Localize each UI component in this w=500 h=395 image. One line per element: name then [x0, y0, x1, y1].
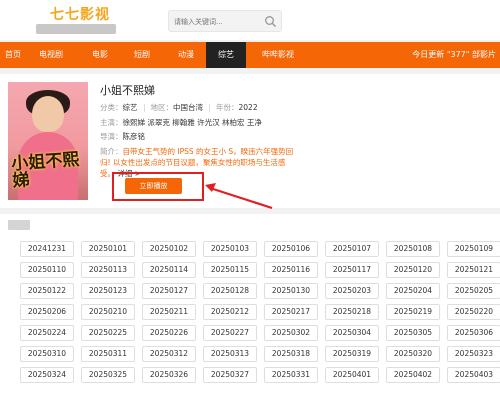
episode-button[interactable]: 20250326	[142, 367, 196, 383]
episode-button[interactable]: 20250211	[142, 304, 196, 320]
region-value[interactable]: 中国台湾	[173, 103, 203, 112]
episode-button[interactable]: 20250128	[203, 283, 257, 299]
episode-button[interactable]: 20250116	[264, 262, 318, 278]
category-value[interactable]: 综艺	[123, 103, 138, 112]
episode-button[interactable]: 20250313	[203, 346, 257, 362]
category-label: 分类：	[100, 103, 123, 112]
episode-button[interactable]: 20250320	[386, 346, 440, 362]
episode-button[interactable]: 20250218	[325, 304, 379, 320]
episode-button[interactable]: 20250110	[20, 262, 74, 278]
nav-item-variety[interactable]: 综艺	[206, 42, 246, 68]
cast-label: 主演：	[100, 118, 123, 127]
episode-button[interactable]: 20250107	[325, 241, 379, 257]
nav-item-home[interactable]: 首页	[0, 42, 26, 68]
episode-button[interactable]: 20250325	[81, 367, 135, 383]
episode-button[interactable]: 20250302	[264, 325, 318, 341]
episode-button[interactable]: 20250319	[325, 346, 379, 362]
episode-button[interactable]: 20250102	[142, 241, 196, 257]
episode-button[interactable]: 20250210	[81, 304, 135, 320]
episode-button[interactable]: 20241231	[20, 241, 74, 257]
main-nav: 首页 电视剧 电影 短剧 动漫 综艺 哔哔影视 今日更新 "377" 部影片	[0, 42, 500, 68]
episode-button[interactable]: 20250114	[142, 262, 196, 278]
nav-item-tv[interactable]: 电视剧	[32, 42, 70, 68]
director-row: 导演：陈彦铭	[100, 131, 145, 142]
episode-button[interactable]: 20250106	[264, 241, 318, 257]
cast-row: 主演：徐熙娣 派翠克 柳翰雅 许光汉 林柏宏 王净	[100, 117, 262, 128]
episode-button[interactable]: 20250206	[20, 304, 74, 320]
top-header: 七七影视	[0, 0, 500, 40]
today-update-count: 今日更新 "377" 部影片	[412, 50, 496, 59]
episode-button[interactable]: 20250121	[447, 262, 500, 278]
episode-button[interactable]: 20250205	[447, 283, 500, 299]
episode-button[interactable]: 20250103	[203, 241, 257, 257]
episode-button[interactable]: 20250312	[142, 346, 196, 362]
episode-button[interactable]: 20250323	[447, 346, 500, 362]
intro-label: 简介：	[100, 147, 123, 156]
episode-button[interactable]: 20250217	[264, 304, 318, 320]
play-button[interactable]: 立即播放	[125, 178, 182, 194]
show-poster[interactable]: 小姐不熙娣	[8, 82, 88, 200]
episode-button[interactable]: 20250305	[386, 325, 440, 341]
nav-item-bibi[interactable]: 哔哔影视	[252, 42, 304, 68]
site-logo[interactable]: 七七影视	[36, 4, 116, 36]
episode-button[interactable]: 20250304	[325, 325, 379, 341]
episode-button[interactable]: 20250220	[447, 304, 500, 320]
director-value[interactable]: 陈彦铭	[123, 132, 146, 141]
poster-face	[32, 96, 64, 132]
episode-button[interactable]: 20250327	[203, 367, 257, 383]
episode-button[interactable]: 20250117	[325, 262, 379, 278]
episode-button[interactable]: 20250122	[20, 283, 74, 299]
episode-button[interactable]: 20250101	[81, 241, 135, 257]
episode-button[interactable]: 20250203	[325, 283, 379, 299]
cast-value[interactable]: 徐熙娣 派翠克 柳翰雅 许光汉 林柏宏 王净	[123, 118, 262, 127]
director-label: 导演：	[100, 132, 123, 141]
show-meta-row: 分类：综艺 地区：中国台湾 年份：2022	[100, 102, 258, 113]
nav-item-short[interactable]: 短剧	[126, 42, 158, 68]
episode-button[interactable]: 20250123	[81, 283, 135, 299]
episode-button[interactable]: 20250324	[20, 367, 74, 383]
episode-button[interactable]: 20250403	[447, 367, 500, 383]
episode-button[interactable]: 20250402	[386, 367, 440, 383]
logo-text: 七七影视	[50, 7, 110, 23]
episode-button[interactable]: 20250127	[142, 283, 196, 299]
episode-button[interactable]: 20250226	[142, 325, 196, 341]
episode-button[interactable]: 20250212	[203, 304, 257, 320]
episode-button[interactable]: 20250109	[447, 241, 500, 257]
search-icon[interactable]	[264, 15, 277, 28]
year-value[interactable]: 2022	[239, 103, 258, 112]
region-label: 地区：	[150, 103, 174, 112]
episode-button[interactable]: 20250401	[325, 367, 379, 383]
show-title: 小姐不熙娣	[100, 84, 155, 97]
search-input[interactable]	[174, 15, 260, 28]
episode-button[interactable]: 20250311	[81, 346, 135, 362]
episode-button[interactable]: 20250310	[20, 346, 74, 362]
show-detail-card: 小姐不熙娣 小姐不熙娣 分类：综艺 地区：中国台湾 年份：2022 主演：徐熙娣 派…	[0, 74, 500, 208]
episode-button[interactable]: 20250331	[264, 367, 318, 383]
divider	[209, 104, 210, 112]
nav-item-anime[interactable]: 动漫	[170, 42, 202, 68]
episode-list: 20241231 20250101 20250102 20250103 20250106…	[0, 214, 500, 395]
episode-button[interactable]: 20250306	[447, 325, 500, 341]
episode-button[interactable]: 20250204	[386, 283, 440, 299]
poster-title-text: 小姐不熙娣	[10, 149, 80, 192]
year-label: 年份：	[216, 103, 239, 112]
nav-item-movie[interactable]: 电影	[86, 42, 114, 68]
episode-button[interactable]: 20250227	[203, 325, 257, 341]
episode-button[interactable]: 20250113	[81, 262, 135, 278]
episode-button[interactable]: 20250115	[203, 262, 257, 278]
episode-button[interactable]: 20250318	[264, 346, 318, 362]
episode-button[interactable]: 20250225	[81, 325, 135, 341]
episode-button[interactable]: 20250120	[386, 262, 440, 278]
episode-button[interactable]: 20250219	[386, 304, 440, 320]
episode-list-title-blurred	[8, 220, 30, 230]
episode-button[interactable]: 20250224	[20, 325, 74, 341]
search-box	[168, 10, 282, 32]
logo-subtitle-blurred	[36, 24, 116, 34]
episode-button[interactable]: 20250130	[264, 283, 318, 299]
episode-button[interactable]: 20250108	[386, 241, 440, 257]
divider	[143, 104, 145, 112]
